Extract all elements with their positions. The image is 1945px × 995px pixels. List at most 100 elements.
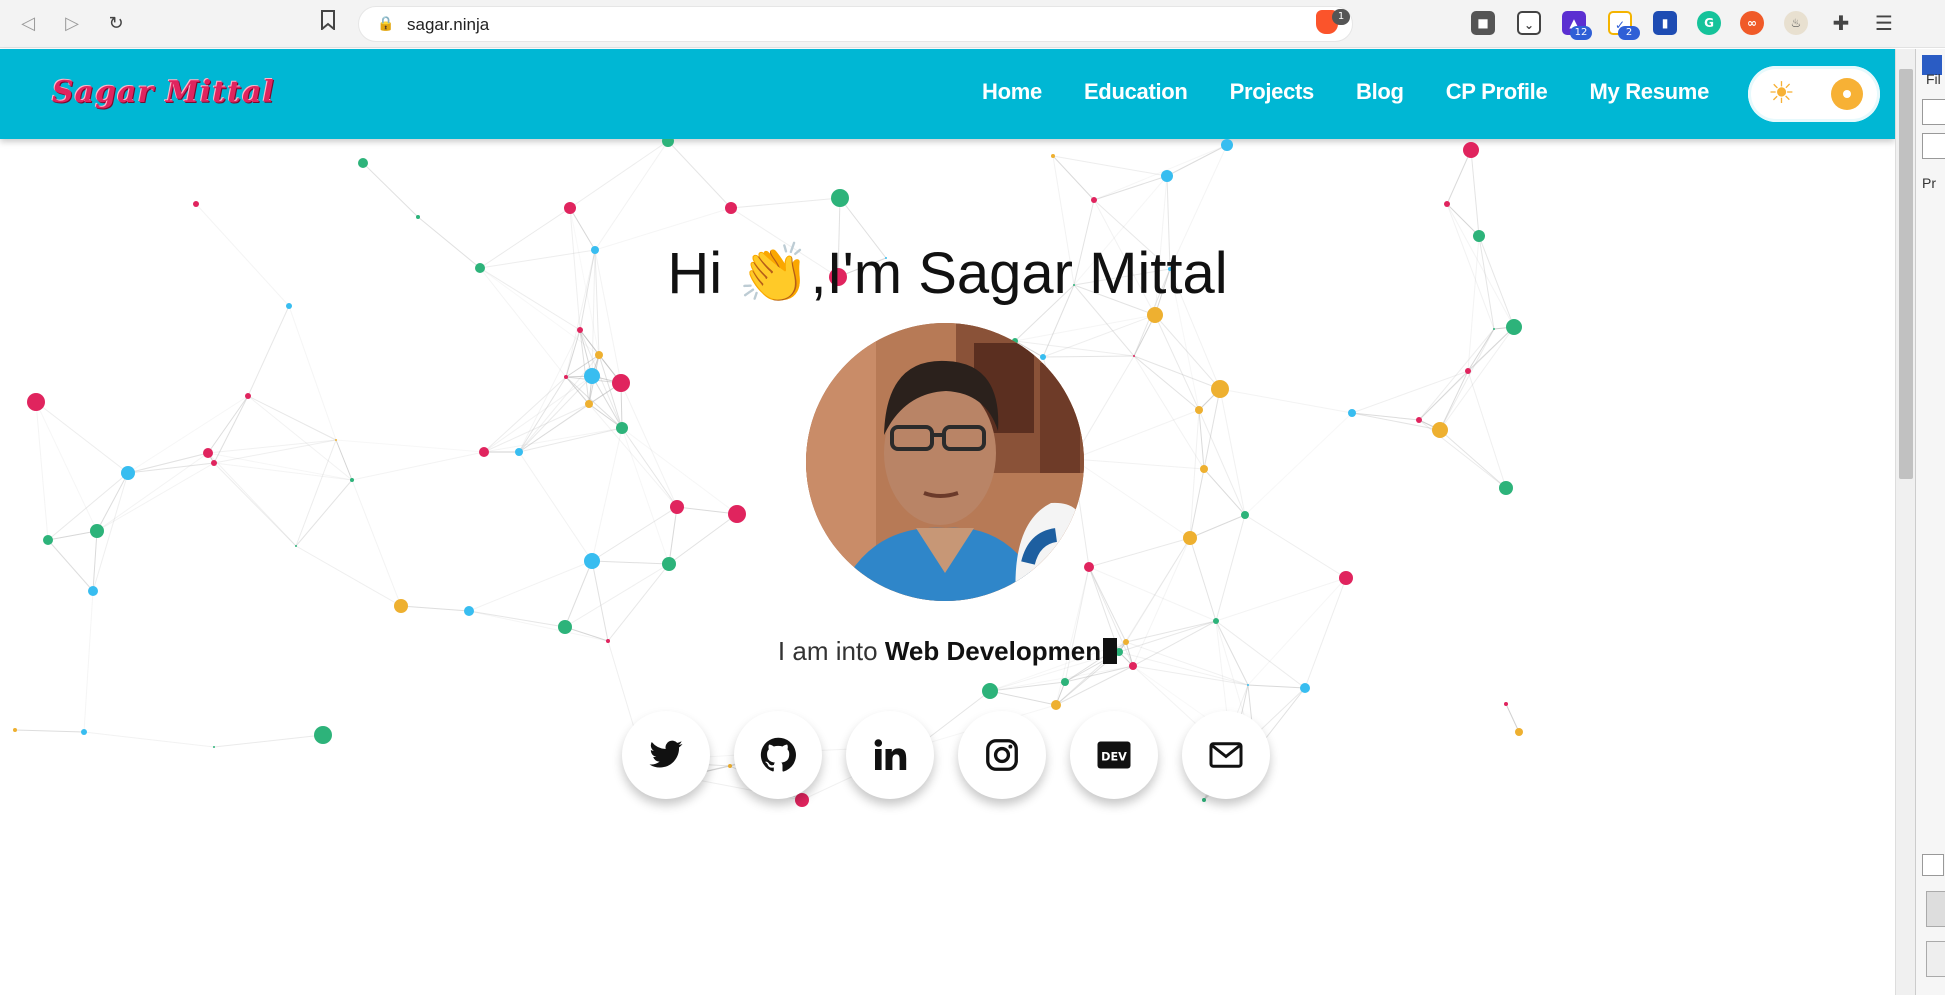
particle-dot bbox=[1211, 380, 1229, 398]
particle-dot bbox=[1416, 417, 1422, 423]
particle-link bbox=[1154, 314, 1200, 411]
url-text: sagar.ninja bbox=[407, 15, 490, 34]
hero-heading: Hi 👏,I'm Sagar Mittal bbox=[0, 240, 1895, 308]
particle-dot bbox=[213, 746, 215, 748]
brave-shield-count: 1 bbox=[1332, 9, 1350, 25]
nav-my-resume[interactable]: My Resume bbox=[1589, 79, 1709, 105]
glasses-icon[interactable]: ∞ bbox=[1740, 11, 1764, 35]
browser-toolbar: ◁ ▷ ↻ 🔒 sagar.ninja 1 ■ ⌄ ▲ 12 ✓ 2 ▮ G ∞… bbox=[0, 0, 1945, 48]
particle-link bbox=[213, 395, 249, 464]
particle-link bbox=[1418, 370, 1469, 421]
particle-dot bbox=[90, 524, 104, 538]
particle-dot bbox=[595, 351, 603, 359]
particle-link bbox=[518, 427, 623, 453]
particle-dot bbox=[358, 158, 368, 168]
extension-icon-1[interactable]: ■ bbox=[1471, 11, 1495, 35]
panel-button-3[interactable] bbox=[1926, 891, 1945, 927]
particle-dot bbox=[1247, 684, 1249, 686]
site-header: Sagar Mittal Home Education Projects Blo… bbox=[0, 49, 1895, 139]
particle-dot bbox=[728, 505, 746, 523]
particle-link bbox=[213, 462, 353, 481]
particle-dot bbox=[479, 447, 489, 457]
pocket-icon[interactable]: ⌄ bbox=[1517, 11, 1541, 35]
particle-link bbox=[1446, 203, 1480, 237]
particle-link bbox=[607, 563, 670, 642]
chef-icon[interactable]: ♨ bbox=[1784, 11, 1808, 35]
nav-home[interactable]: Home bbox=[982, 79, 1042, 105]
particle-dot bbox=[193, 201, 199, 207]
github-link[interactable] bbox=[734, 711, 822, 799]
github-icon bbox=[760, 737, 796, 772]
bookmark-icon[interactable] bbox=[314, 10, 342, 38]
panel-button-4[interactable] bbox=[1926, 941, 1945, 977]
particle-link bbox=[1439, 328, 1495, 431]
grammarly-icon[interactable]: G bbox=[1697, 11, 1721, 35]
particle-dot bbox=[584, 368, 600, 384]
trello-icon[interactable]: ▮ bbox=[1653, 11, 1677, 35]
particle-dot bbox=[464, 606, 474, 616]
particle-link bbox=[518, 375, 593, 453]
particle-dot bbox=[558, 620, 572, 634]
particle-dot bbox=[416, 215, 420, 219]
clapping-hands-icon: 👏 bbox=[738, 241, 811, 306]
forward-icon[interactable]: ▷ bbox=[58, 10, 86, 38]
dev-link[interactable]: DEV bbox=[1070, 711, 1158, 799]
particle-link bbox=[351, 451, 485, 481]
panel-button-2[interactable] bbox=[1922, 133, 1945, 159]
reload-icon[interactable]: ↻ bbox=[102, 10, 130, 38]
email-link[interactable] bbox=[1182, 711, 1270, 799]
particle-link bbox=[83, 731, 215, 748]
nav-projects[interactable]: Projects bbox=[1230, 79, 1315, 105]
extension-badge-1: 12 bbox=[1570, 26, 1592, 40]
particle-dot bbox=[585, 400, 593, 408]
panel-label-file: Fil bbox=[1926, 71, 1941, 87]
particle-link bbox=[1203, 468, 1246, 516]
nav-cp-profile[interactable]: CP Profile bbox=[1446, 79, 1548, 105]
intro-text: ,I'm bbox=[810, 241, 919, 306]
panel-grid-icon[interactable] bbox=[1922, 854, 1944, 876]
particle-link bbox=[295, 479, 353, 547]
nav-blog[interactable]: Blog bbox=[1356, 79, 1404, 105]
particle-link bbox=[1093, 175, 1168, 201]
menu-icon[interactable]: ☰ bbox=[1872, 11, 1896, 35]
extension-badge-2: 2 bbox=[1618, 26, 1640, 40]
site-logo[interactable]: Sagar Mittal bbox=[52, 75, 275, 110]
particle-dot bbox=[584, 553, 600, 569]
particle-link bbox=[569, 140, 669, 209]
instagram-link[interactable] bbox=[958, 711, 1046, 799]
address-bar[interactable]: 🔒 sagar.ninja bbox=[358, 6, 1353, 42]
particle-dot bbox=[211, 460, 217, 466]
theme-toggle[interactable]: ☀ bbox=[1748, 66, 1880, 122]
scrollbar-thumb[interactable] bbox=[1899, 69, 1913, 479]
page-scrollbar[interactable] bbox=[1895, 49, 1915, 995]
particle-dot bbox=[1091, 197, 1097, 203]
svg-text:DEV: DEV bbox=[1101, 750, 1127, 763]
particle-link bbox=[1133, 355, 1221, 390]
particle-dot bbox=[335, 439, 337, 441]
typed-prefix: I am into bbox=[777, 636, 885, 666]
particle-link bbox=[247, 395, 353, 481]
linkedin-icon bbox=[874, 739, 907, 770]
particle-link bbox=[1446, 149, 1472, 205]
particle-link bbox=[1351, 412, 1420, 421]
particle-link bbox=[1244, 412, 1353, 516]
particle-link bbox=[594, 140, 669, 251]
typing-cursor bbox=[1103, 638, 1118, 664]
particle-dot bbox=[1432, 422, 1448, 438]
particle-link bbox=[1189, 409, 1200, 539]
particle-link bbox=[591, 560, 609, 642]
nav-education[interactable]: Education bbox=[1084, 79, 1188, 105]
particle-link bbox=[591, 506, 678, 562]
particle-dot bbox=[121, 466, 135, 480]
linkedin-link[interactable] bbox=[846, 711, 934, 799]
twitter-link[interactable] bbox=[622, 711, 710, 799]
panel-button-1[interactable] bbox=[1922, 99, 1945, 125]
back-icon[interactable]: ◁ bbox=[14, 10, 42, 38]
lock-icon: 🔒 bbox=[377, 16, 395, 32]
particle-link bbox=[1088, 566, 1127, 643]
particle-dot bbox=[1040, 354, 1046, 360]
particle-link bbox=[1215, 514, 1246, 622]
particle-link bbox=[591, 427, 623, 562]
puzzle-icon[interactable]: ✚ bbox=[1829, 11, 1853, 35]
particle-link bbox=[1072, 458, 1205, 470]
